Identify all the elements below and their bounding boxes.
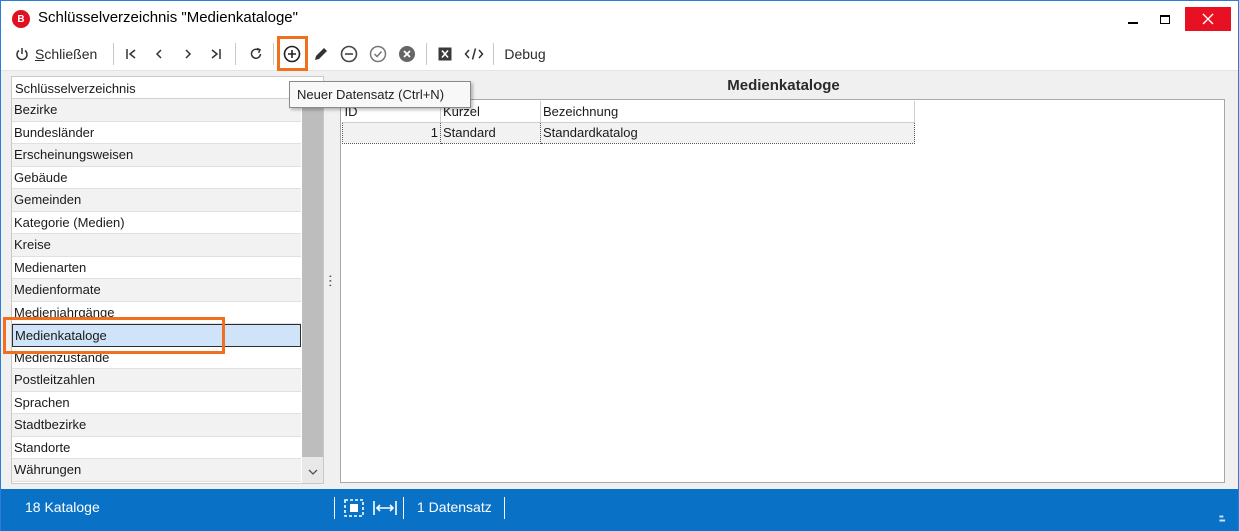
table-row[interactable]: 1 Standard Standardkatalog [342, 121, 915, 144]
scrollbar-thumb[interactable] [302, 99, 323, 457]
list-item[interactable]: Sprachen [12, 391, 301, 414]
list-header: Schlüsselverzeichnis [12, 77, 323, 99]
selected-item-highlight [3, 317, 225, 354]
list-item[interactable]: Gebäude [12, 166, 301, 189]
cell-kuerzel[interactable]: Standard [440, 121, 541, 144]
excel-icon [438, 47, 452, 61]
status-separator [334, 497, 335, 519]
remove-icon [340, 45, 358, 63]
title-bar: B Schlüsselverzeichnis "Medienkataloge" [1, 1, 1238, 37]
scroll-down-button[interactable] [302, 461, 323, 483]
key-directory-list: Schlüsselverzeichnis Bezirke Bundesländer… [11, 76, 324, 484]
app-logo-icon: B [12, 10, 30, 28]
toolbar-separator [426, 43, 427, 65]
previous-record-button[interactable] [149, 42, 169, 66]
next-record-button[interactable] [178, 42, 198, 66]
refresh-icon [250, 47, 262, 59]
edit-record-button[interactable] [310, 42, 332, 66]
list-item[interactable]: Medienformate [12, 279, 301, 302]
minimize-icon [1128, 22, 1138, 24]
first-record-button[interactable] [121, 42, 141, 66]
cell-id[interactable]: 1 [342, 121, 441, 144]
toolbar-separator [273, 43, 274, 65]
column-header-bezeichnung[interactable]: Bezeichnung [540, 101, 915, 123]
chevron-down-icon [308, 469, 317, 475]
tooltip: Neuer Datensatz (Ctrl+N) [289, 81, 471, 108]
first-icon [126, 49, 136, 59]
maximize-button[interactable] [1143, 7, 1187, 31]
list-item[interactable]: Währungen [12, 459, 301, 482]
close-button-label: Schließen [35, 46, 98, 62]
close-button[interactable]: Schließen [15, 42, 107, 66]
grip-dots-icon: ⋯ [323, 273, 339, 287]
list-items: Bezirke Bundesländer Erscheinungsweisen Geb… [12, 99, 301, 482]
list-item[interactable]: Kreise [12, 234, 301, 257]
status-bar: 18 Kataloge 1 Datensatz ▪▪ ▪▪▪ [1, 489, 1238, 531]
resize-grip-icon[interactable]: ▪▪ ▪▪▪ [1219, 513, 1233, 527]
refresh-button[interactable] [245, 42, 267, 66]
application-window: B Schlüsselverzeichnis "Medienkataloge" … [0, 0, 1239, 531]
maximize-icon [1160, 14, 1170, 24]
cell-bezeichnung[interactable]: Standardkatalog [540, 121, 915, 144]
splitter-handle[interactable]: ⋯ [323, 76, 339, 484]
fit-width-icon [373, 501, 397, 515]
last-icon [211, 49, 221, 59]
toolbar-separator [113, 43, 114, 65]
delete-record-button[interactable] [338, 42, 360, 66]
list-item[interactable]: Bezirke [12, 99, 301, 122]
status-separator [504, 497, 505, 519]
power-icon [16, 48, 28, 61]
add-button-highlight [277, 36, 308, 71]
cancel-edit-button[interactable] [396, 42, 418, 66]
list-item[interactable]: Kategorie (Medien) [12, 211, 301, 234]
list-item[interactable]: Postleitzahlen [12, 369, 301, 392]
edit-icon [315, 48, 327, 60]
code-view-button[interactable] [462, 42, 486, 66]
toolbar: Schließen Debug [1, 37, 1238, 71]
window-title: Schlüsselverzeichnis "Medienkataloge" [38, 9, 298, 26]
close-icon [1202, 13, 1214, 25]
record-status-label: 1 Datensatz [417, 499, 492, 515]
toolbar-separator [235, 43, 236, 65]
previous-icon [155, 49, 162, 59]
status-separator [403, 497, 404, 519]
next-icon [185, 49, 192, 59]
list-item[interactable]: Stadtbezirke [12, 414, 301, 437]
fit-selection-button[interactable] [342, 495, 366, 521]
grid-title: Medienkataloge [727, 77, 840, 94]
save-record-button[interactable] [367, 42, 389, 66]
record-count-label: 18 Kataloge [25, 499, 100, 515]
code-icon [464, 48, 484, 60]
confirm-icon [369, 45, 387, 63]
list-item[interactable]: Gemeinden [12, 189, 301, 212]
select-frame-icon [344, 499, 364, 517]
fit-width-button[interactable] [372, 495, 398, 521]
cancel-icon [399, 46, 415, 62]
excel-export-button[interactable] [434, 42, 456, 66]
close-window-button[interactable] [1185, 7, 1231, 31]
toolbar-separator [493, 43, 494, 65]
list-item[interactable]: Medienarten [12, 256, 301, 279]
data-grid: ID Kürzel Bezeichnung 1 Standard Standar… [340, 99, 1225, 483]
list-item[interactable]: Bundesländer [12, 121, 301, 144]
list-item[interactable]: Standorte [12, 436, 301, 459]
list-item[interactable]: Erscheinungsweisen [12, 144, 301, 167]
debug-button[interactable]: Debug [501, 42, 549, 66]
last-record-button[interactable] [206, 42, 226, 66]
